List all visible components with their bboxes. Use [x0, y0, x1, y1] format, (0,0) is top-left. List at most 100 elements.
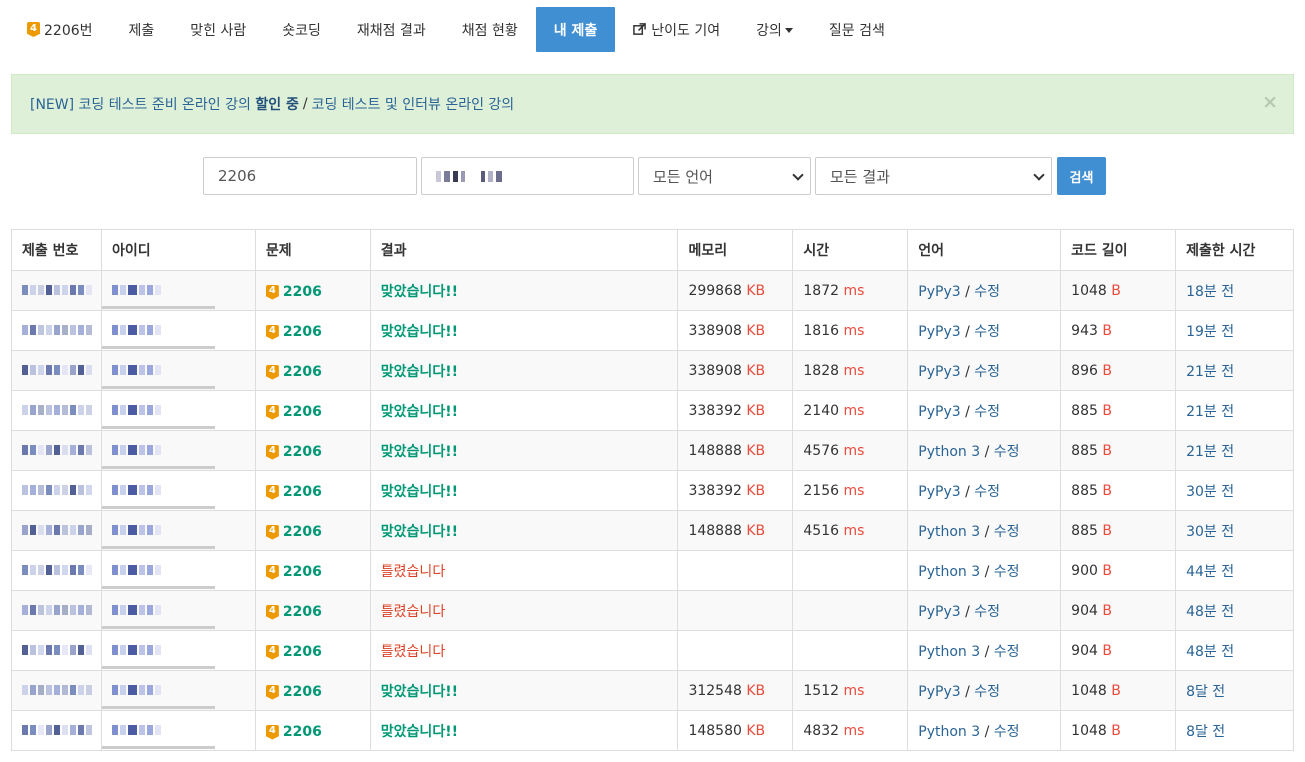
- nav-question-search[interactable]: 질문 검색: [811, 7, 903, 52]
- language-link[interactable]: PyPy3: [918, 684, 960, 700]
- col-memory: 메모리: [677, 229, 793, 271]
- user-id-input[interactable]: [421, 157, 634, 195]
- language-link[interactable]: Python 3: [918, 444, 980, 460]
- nav-solved-users[interactable]: 맞힌 사람: [172, 7, 264, 52]
- search-button[interactable]: 검색: [1057, 157, 1106, 195]
- submitted-at-link[interactable]: 48분 전: [1186, 644, 1234, 660]
- language-select[interactable]: 모든 언어: [638, 157, 811, 195]
- submission-id-cell[interactable]: [11, 350, 102, 391]
- edit-link[interactable]: 수정: [974, 484, 1000, 500]
- user-id-cell[interactable]: [100, 630, 256, 671]
- submission-id-cell[interactable]: [11, 510, 102, 551]
- submitted-at-link[interactable]: 44분 전: [1186, 564, 1234, 580]
- nav-submit[interactable]: 제출: [111, 7, 173, 52]
- problem-link[interactable]: 4 2206: [265, 564, 322, 580]
- user-id-cell[interactable]: [100, 270, 256, 311]
- user-id-cell[interactable]: [100, 590, 256, 631]
- submission-id-cell[interactable]: [11, 550, 102, 591]
- user-id-cell[interactable]: [100, 350, 256, 391]
- memory-cell: [677, 630, 793, 671]
- problem-link[interactable]: 4 2206: [265, 484, 322, 500]
- language-link[interactable]: PyPy3: [918, 604, 960, 620]
- language-link[interactable]: PyPy3: [918, 484, 960, 500]
- user-id-cell[interactable]: [100, 470, 256, 511]
- nav-contribute-difficulty[interactable]: 난이도 기여: [615, 7, 738, 52]
- language-separator: /: [965, 323, 970, 340]
- alert-link-2[interactable]: 코딩 테스트 및 인터뷰 온라인 강의: [312, 94, 515, 114]
- submission-id-cell[interactable]: [11, 470, 102, 511]
- edit-link[interactable]: 수정: [974, 284, 1000, 300]
- submission-id-cell[interactable]: [11, 270, 102, 311]
- table-header: 제출 번호 아이디 문제 결과 메모리 시간 언어 코드 길이 제출한 시간: [11, 229, 1294, 271]
- edit-link[interactable]: 수정: [974, 364, 1000, 380]
- submitted-at-link[interactable]: 19분 전: [1186, 324, 1234, 340]
- submitted-at-link[interactable]: 21분 전: [1186, 404, 1234, 420]
- submitted-at-link[interactable]: 8달 전: [1186, 724, 1225, 740]
- nav-my-submissions[interactable]: 내 제출: [535, 7, 616, 52]
- submission-id-cell[interactable]: [11, 630, 102, 671]
- alert-link-1[interactable]: [NEW] 코딩 테스트 준비 온라인 강의 할인 중: [30, 94, 299, 114]
- submitted-at-link[interactable]: 30분 전: [1186, 484, 1234, 500]
- language-link[interactable]: PyPy3: [918, 364, 960, 380]
- submission-id-cell[interactable]: [11, 390, 102, 431]
- edit-link[interactable]: 수정: [974, 684, 1000, 700]
- problem-link[interactable]: 4 2206: [265, 684, 322, 700]
- nav-rejudge-results[interactable]: 재채점 결과: [339, 7, 444, 52]
- language-separator: /: [965, 403, 970, 420]
- nav-short-coding[interactable]: 숏코딩: [264, 7, 339, 52]
- submitted-at-link[interactable]: 21분 전: [1186, 444, 1234, 460]
- problem-link[interactable]: 4 2206: [265, 644, 322, 660]
- submission-id-cell[interactable]: [11, 710, 102, 751]
- nav-lecture-dropdown[interactable]: 강의: [738, 7, 811, 52]
- problem-link[interactable]: 4 2206: [265, 724, 322, 740]
- result-select[interactable]: 모든 결과: [815, 157, 1052, 195]
- submitted-at-link[interactable]: 18분 전: [1186, 284, 1234, 300]
- user-id-cell[interactable]: [100, 710, 256, 751]
- edit-link[interactable]: 수정: [994, 524, 1020, 540]
- language-link[interactable]: Python 3: [918, 724, 980, 740]
- language-separator: /: [965, 283, 970, 300]
- language-link[interactable]: Python 3: [918, 564, 980, 580]
- submitted-at-link[interactable]: 21분 전: [1186, 364, 1234, 380]
- submission-id-cell[interactable]: [11, 590, 102, 631]
- problem-id-input[interactable]: 2206: [203, 157, 417, 195]
- submission-id-cell[interactable]: [11, 430, 102, 471]
- submitted-at-link[interactable]: 48분 전: [1186, 604, 1234, 620]
- problem-link[interactable]: 4 2206: [265, 404, 322, 420]
- memory-cell: 299868 KB: [677, 270, 793, 311]
- language-link[interactable]: Python 3: [918, 644, 980, 660]
- user-id-cell[interactable]: [100, 550, 256, 591]
- submission-id-cell[interactable]: [11, 310, 102, 351]
- time-cell: 1872 ms: [792, 270, 908, 311]
- table-row: 4 2206 틀렸습니다 Python 3 / 수정 900 B 44분 전: [11, 550, 1294, 591]
- problem-link[interactable]: 4 2206: [265, 444, 322, 460]
- edit-link[interactable]: 수정: [994, 444, 1020, 460]
- edit-link[interactable]: 수정: [994, 644, 1020, 660]
- problem-link[interactable]: 4 2206: [265, 604, 322, 620]
- user-id-cell[interactable]: [100, 310, 256, 351]
- close-icon[interactable]: ×: [1262, 91, 1278, 113]
- problem-link[interactable]: 4 2206: [265, 524, 322, 540]
- problem-link[interactable]: 4 2206: [265, 324, 322, 340]
- edit-link[interactable]: 수정: [994, 724, 1020, 740]
- submitted-at-link[interactable]: 8달 전: [1186, 684, 1225, 700]
- problem-link[interactable]: 4 2206: [265, 364, 322, 380]
- nav-status[interactable]: 채점 현황: [444, 7, 536, 52]
- user-id-cell[interactable]: [100, 510, 256, 551]
- user-id-cell[interactable]: [100, 670, 256, 711]
- submitted-at-link[interactable]: 30분 전: [1186, 524, 1234, 540]
- nav-problem[interactable]: 4 2206번: [11, 7, 111, 52]
- edit-link[interactable]: 수정: [974, 604, 1000, 620]
- language-link[interactable]: PyPy3: [918, 404, 960, 420]
- language-link[interactable]: Python 3: [918, 524, 980, 540]
- problem-cell: 4 2206: [254, 430, 371, 471]
- problem-link[interactable]: 4 2206: [265, 284, 322, 300]
- user-id-cell[interactable]: [100, 390, 256, 431]
- edit-link[interactable]: 수정: [974, 324, 1000, 340]
- language-link[interactable]: PyPy3: [918, 284, 960, 300]
- submission-id-cell[interactable]: [11, 670, 102, 711]
- edit-link[interactable]: 수정: [994, 564, 1020, 580]
- edit-link[interactable]: 수정: [974, 404, 1000, 420]
- language-link[interactable]: PyPy3: [918, 324, 960, 340]
- user-id-cell[interactable]: [100, 430, 256, 471]
